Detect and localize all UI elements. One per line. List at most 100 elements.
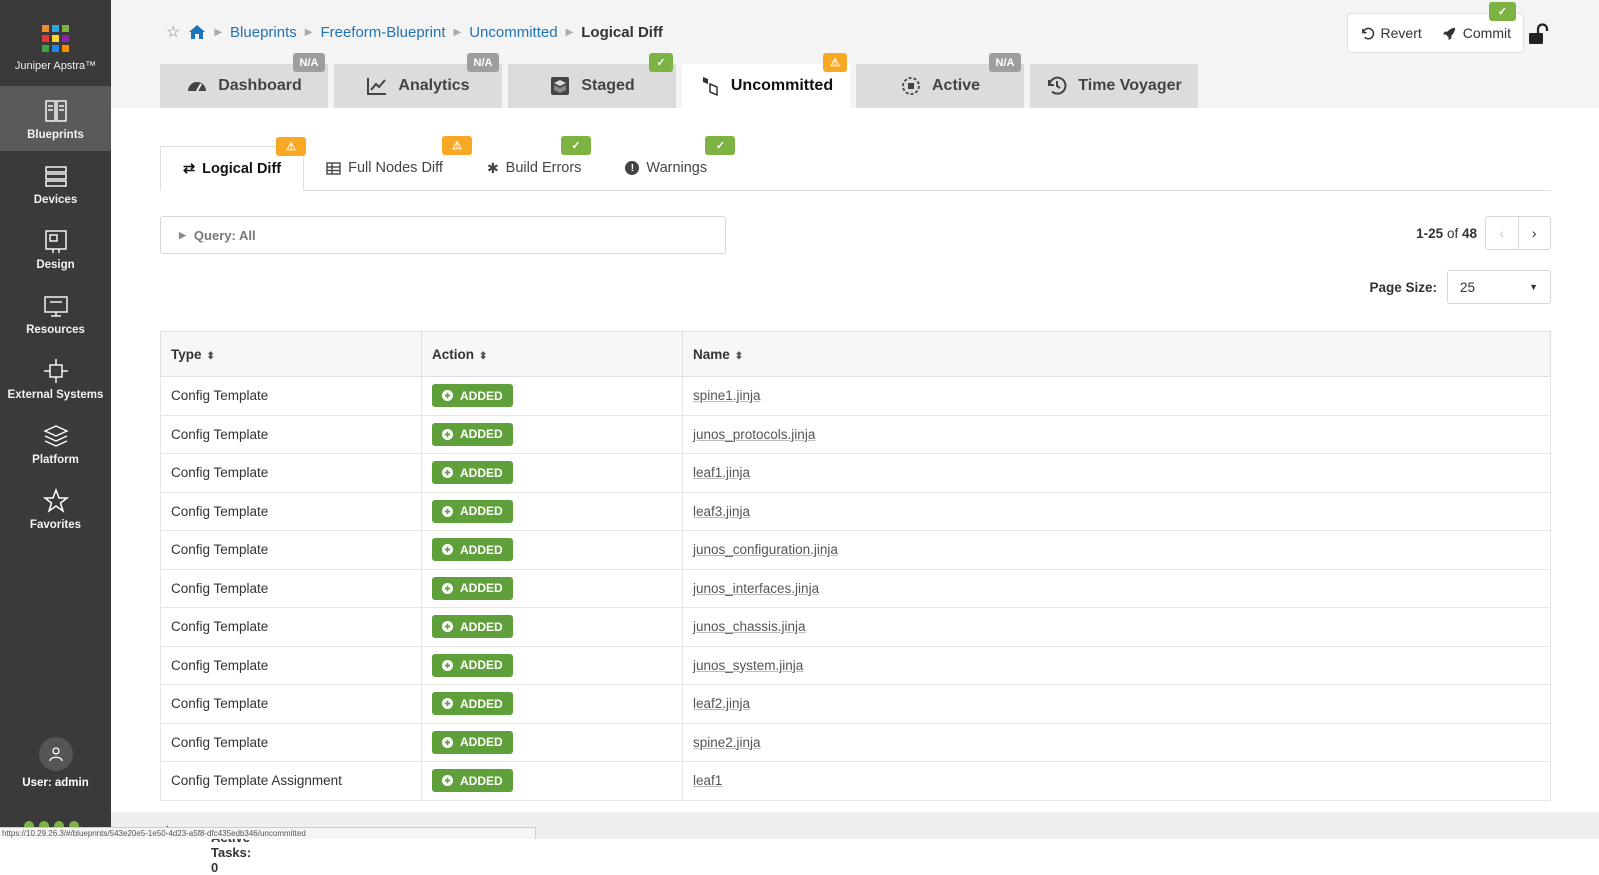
revert-icon [1361, 27, 1374, 39]
tab-logical-diff[interactable]: ⇄ Logical Diff ⚠ [160, 137, 306, 191]
plus-circle-icon [442, 659, 453, 671]
tab-label: Logical Diff [202, 160, 282, 177]
user-menu[interactable]: User: admin [0, 737, 111, 789]
action-label: ADDED [460, 427, 503, 442]
breadcrumb-separator-icon: ▶ [214, 26, 223, 38]
name-link[interactable]: junos_system.jinja [693, 658, 803, 673]
action-cell: ADDED [421, 722, 683, 762]
added-badge: ADDED [432, 692, 513, 716]
dashboard-icon [188, 82, 207, 92]
revert-label: Revert [1380, 25, 1422, 41]
tab-full-nodes-diff[interactable]: Full Nodes Diff ⚠ [304, 136, 473, 190]
bug-icon: ✱ [486, 159, 499, 176]
column-header-type[interactable]: Type ⬍ [160, 331, 422, 377]
tab-build-errors[interactable]: ✱ Build Errors ✓ [465, 136, 603, 190]
action-label: ADDED [460, 504, 503, 519]
table-row: Config Template ADDED spine2.jinja [160, 722, 1551, 762]
table-row: Config Template ADDED junos_protocols.jinj… [160, 414, 1551, 454]
name-link[interactable]: junos_chassis.jinja [693, 619, 806, 634]
added-badge: ADDED [432, 615, 513, 639]
tab-label: Warnings [646, 160, 708, 176]
star-icon [42, 487, 69, 513]
active-icon [902, 77, 920, 95]
breadcrumb-uncommitted[interactable]: Uncommitted [469, 24, 557, 41]
next-page-button[interactable]: › [1519, 217, 1551, 249]
action-label: ADDED [460, 735, 503, 750]
action-label: ADDED [460, 388, 503, 403]
tab-warnings[interactable]: ! Warnings ✓ [603, 136, 736, 190]
chevron-down-icon: ▼ [1529, 282, 1538, 292]
name-link[interactable]: junos_configuration.jinja [693, 542, 838, 557]
home-icon[interactable] [188, 24, 206, 40]
name-link[interactable]: junos_interfaces.jinja [693, 581, 819, 596]
tab-analytics[interactable]: Analytics N/A [334, 53, 502, 108]
commit-status-badge: ✓ [1489, 2, 1516, 21]
sidebar-item-resources[interactable]: Resources [0, 281, 111, 346]
main-tabs: Dashboard N/A Analytics N/A Staged ✓ Unc… [160, 53, 1198, 108]
table-row: Config Template ADDED junos_chassis.jinja [160, 607, 1551, 647]
name-link[interactable]: leaf1.jinja [693, 465, 750, 480]
name-link[interactable]: leaf1 [693, 773, 722, 788]
breadcrumb-separator-icon: ▶ [453, 26, 462, 38]
warning-badge: ⚠ [276, 137, 306, 156]
name-link[interactable]: spine1.jinja [693, 388, 761, 403]
sidebar-item-external-systems[interactable]: External Systems [0, 346, 111, 411]
plus-circle-icon [442, 582, 453, 594]
sidebar: Juniper Apstra™ Blueprints Devices Desig… [0, 0, 111, 839]
name-link[interactable]: junos_protocols.jinja [693, 427, 815, 442]
added-badge: ADDED [432, 384, 513, 408]
commit-button[interactable]: Commit [1442, 25, 1511, 41]
brand[interactable]: Juniper Apstra™ [0, 0, 111, 86]
added-badge: ADDED [432, 538, 513, 562]
tab-staged[interactable]: Staged ✓ [508, 53, 676, 108]
sub-tabs: ⇄ Logical Diff ⚠ Full Nodes Diff ⚠ ✱ Bui… [160, 136, 1551, 191]
name-link[interactable]: leaf2.jinja [693, 696, 750, 711]
added-badge: ADDED [432, 422, 513, 446]
column-header-action[interactable]: Action ⬍ [421, 331, 683, 377]
tab-label: Dashboard [218, 77, 302, 94]
tab-uncommitted[interactable]: Uncommitted ⚠ [682, 53, 850, 108]
type-cell: Config Template [160, 684, 422, 724]
history-icon [1048, 76, 1067, 95]
sidebar-item-devices[interactable]: Devices [0, 151, 111, 216]
table-row: Config Template ADDED leaf1.jinja [160, 453, 1551, 493]
type-cell: Config Template [160, 491, 422, 531]
tab-dashboard[interactable]: Dashboard N/A [160, 53, 328, 108]
sidebar-item-platform[interactable]: Platform [0, 411, 111, 476]
tab-label: Uncommitted [730, 77, 834, 94]
prev-page-button[interactable]: ‹ [1486, 217, 1519, 249]
tab-active[interactable]: Active N/A [856, 53, 1024, 108]
sidebar-item-blueprints[interactable]: Blueprints [0, 86, 111, 151]
unlock-icon[interactable] [1527, 23, 1549, 45]
breadcrumb-blueprints[interactable]: Blueprints [230, 24, 297, 41]
status-url: https://10.29.26.3/#/blueprints/543e20e5… [0, 827, 536, 839]
query-toggle[interactable]: ▶ Query: All [160, 216, 726, 254]
tab-time-voyager[interactable]: Time Voyager [1030, 64, 1198, 108]
plus-circle-icon [442, 736, 453, 748]
name-cell: junos_protocols.jinja [682, 414, 1551, 454]
breadcrumb-freeform-blueprint[interactable]: Freeform-Blueprint [320, 24, 445, 41]
sort-icon: ⬍ [206, 350, 215, 362]
sort-icon: ⬍ [734, 350, 744, 362]
sort-icon: ⬍ [479, 350, 488, 362]
favorite-star-icon[interactable]: ☆ [166, 22, 180, 42]
analytics-icon [367, 78, 387, 95]
sidebar-item-label: Devices [33, 193, 78, 206]
column-header-name[interactable]: Name ⬍ [682, 331, 1551, 377]
table-row: Config Template ADDED leaf2.jinja [160, 684, 1551, 724]
name-link[interactable]: leaf3.jinja [693, 504, 750, 519]
status-badge: ✓ [649, 53, 673, 72]
sidebar-item-label: Favorites [29, 518, 82, 531]
diff-table: Type ⬍ Action ⬍ Name ⬍ Config Template ADDED… [160, 331, 1551, 801]
sidebar-item-favorites[interactable]: Favorites [0, 476, 111, 541]
action-label: ADDED [460, 619, 503, 634]
page-size-select[interactable]: 25 ▼ [1447, 270, 1551, 304]
status-badge: N/A [989, 53, 1021, 72]
revert-button[interactable]: Revert [1360, 25, 1422, 41]
devices-icon [44, 165, 67, 187]
warning-badge: ⚠ [823, 53, 847, 72]
name-link[interactable]: spine2.jinja [693, 735, 761, 750]
design-icon [44, 229, 67, 253]
sidebar-item-design[interactable]: Design [0, 216, 111, 281]
type-cell: Config Template [160, 722, 422, 762]
